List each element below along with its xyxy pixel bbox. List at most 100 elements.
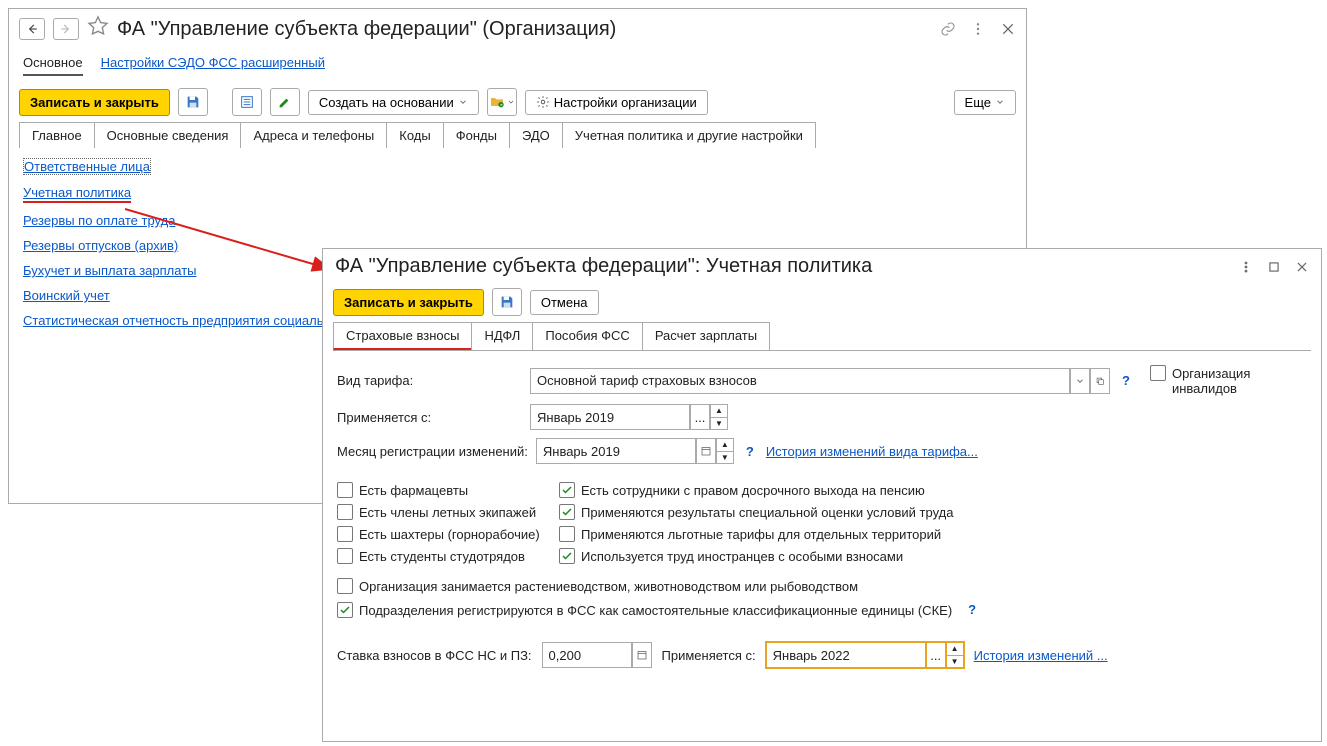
chevron-down-icon <box>995 97 1005 107</box>
save-icon <box>499 294 515 310</box>
pharmacists-label: Есть фармацевты <box>359 482 468 498</box>
reg-month-input[interactable]: Январь 2019 <box>536 438 696 464</box>
reg-month-stepper[interactable]: ▲▼ <box>716 438 734 464</box>
early-pension-checkbox[interactable] <box>559 482 575 498</box>
rate-applies-label: Применяется с: <box>662 648 756 663</box>
tariff-label: Вид тарифа: <box>337 373 522 388</box>
list-icon <box>239 94 255 110</box>
link-statistics[interactable]: Статистическая отчетность предприятия со… <box>23 313 331 328</box>
miners-checkbox[interactable] <box>337 526 353 542</box>
pharmacists-checkbox[interactable] <box>337 482 353 498</box>
applies-from-input[interactable]: Январь 2019 <box>530 404 690 430</box>
tab-insurance[interactable]: Страховые взносы <box>333 322 472 350</box>
agriculture-label: Организация занимается растениеводством,… <box>359 578 858 594</box>
link-accounting-policy[interactable]: Учетная политика <box>23 185 131 200</box>
tabs: Главное Основные сведения Адреса и телеф… <box>9 122 1026 148</box>
applies-from-stepper[interactable]: ▲▼ <box>710 404 728 430</box>
nav-back-button[interactable] <box>19 18 45 40</box>
toolbar: Записать и закрыть Создать на основании … <box>9 82 1026 122</box>
tab-edo[interactable]: ЭДО <box>509 122 563 148</box>
cancel-button[interactable]: Отмена <box>530 290 599 315</box>
nav-main-tab[interactable]: Основное <box>23 51 83 76</box>
rate-applies-picker[interactable]: ... <box>926 642 946 668</box>
tab-funds[interactable]: Фонды <box>443 122 510 148</box>
dots-label: ... <box>930 648 941 663</box>
tab-addresses[interactable]: Адреса и телефоны <box>240 122 387 148</box>
close-window-icon[interactable] <box>1000 21 1016 37</box>
ske-checkbox[interactable] <box>337 602 353 618</box>
applies-from-picker[interactable]: ... <box>690 404 710 430</box>
check-icon <box>339 604 351 616</box>
fss-rate-input[interactable]: 0,200 <box>542 642 632 668</box>
territory-checkbox[interactable] <box>559 526 575 542</box>
students-checkbox[interactable] <box>337 548 353 564</box>
sout-label: Применяются результаты специальной оценк… <box>581 504 953 520</box>
tariff-dropdown-button[interactable] <box>1070 368 1090 394</box>
sout-checkbox[interactable] <box>559 504 575 520</box>
more-label: Еще <box>965 95 991 110</box>
tab-codes[interactable]: Коды <box>386 122 443 148</box>
open-icon <box>1095 376 1105 386</box>
ske-help[interactable]: ? <box>964 602 980 617</box>
save-button[interactable] <box>178 88 208 116</box>
tab-accounting-policy[interactable]: Учетная политика и другие настройки <box>562 122 816 148</box>
link-responsible-persons[interactable]: Ответственные лица <box>23 158 151 175</box>
policy-window-title: ФА "Управление субъекта федерации": Учет… <box>335 255 1239 278</box>
list-button[interactable] <box>232 88 262 116</box>
reg-month-help[interactable]: ? <box>742 444 758 459</box>
miners-label: Есть шахтеры (горнорабочие) <box>359 526 540 542</box>
rate-applies-input[interactable]: Январь 2022 <box>766 642 926 668</box>
tariff-help[interactable]: ? <box>1118 373 1134 388</box>
policy-save-close-button[interactable]: Записать и закрыть <box>333 289 484 316</box>
check-icon <box>561 484 573 496</box>
tab-payroll-calc[interactable]: Расчет зарплаты <box>642 322 770 350</box>
tariff-history-link[interactable]: История изменений вида тарифа... <box>766 444 978 459</box>
rate-history-link[interactable]: История изменений ... <box>974 648 1108 663</box>
save-and-close-button[interactable]: Записать и закрыть <box>19 89 170 116</box>
link-military[interactable]: Воинский учет <box>23 288 110 303</box>
more-menu-icon[interactable] <box>1239 260 1253 274</box>
more-menu-icon[interactable] <box>970 21 986 37</box>
create-based-on-button[interactable]: Создать на основании <box>308 90 479 115</box>
tab-fss-benefits[interactable]: Пособия ФСС <box>532 322 642 350</box>
policy-save-button[interactable] <box>492 288 522 316</box>
link-payroll[interactable]: Бухучет и выплата зарплаты <box>23 263 197 278</box>
rate-applies-stepper[interactable]: ▲▼ <box>946 642 964 668</box>
nav-sedo-link[interactable]: Настройки СЭДО ФСС расширенный <box>101 51 325 76</box>
agriculture-checkbox[interactable] <box>337 578 353 594</box>
org-invalid-checkbox[interactable] <box>1150 365 1166 381</box>
org-settings-label: Настройки организации <box>554 95 697 110</box>
tab-info[interactable]: Основные сведения <box>94 122 242 148</box>
favorite-star-icon[interactable] <box>87 15 109 43</box>
edit-button[interactable] <box>270 88 300 116</box>
close-window-icon[interactable] <box>1295 260 1309 274</box>
calendar-icon <box>700 445 712 457</box>
tab-ndfl[interactable]: НДФЛ <box>471 322 533 350</box>
org-settings-button[interactable]: Настройки организации <box>525 90 708 115</box>
chevron-down-icon <box>458 97 468 107</box>
accounting-policy-window: ФА "Управление субъекта федерации": Учет… <box>322 248 1322 742</box>
tariff-select[interactable]: Основной тариф страховых взносов <box>530 368 1070 394</box>
tab-main[interactable]: Главное <box>19 122 95 148</box>
territory-label: Применяются льготные тарифы для отдельны… <box>581 526 941 542</box>
nav-forward-button[interactable] <box>53 18 79 40</box>
pencil-icon <box>277 94 293 110</box>
save-icon <box>185 94 201 110</box>
link-vacation-reserves[interactable]: Резервы отпусков (архив) <box>23 238 178 253</box>
link-pay-reserves[interactable]: Резервы по оплате труда <box>23 213 175 228</box>
flight-crew-checkbox[interactable] <box>337 504 353 520</box>
foreign-label: Используется труд иностранцев с особыми … <box>581 548 903 564</box>
create-based-label: Создать на основании <box>319 95 454 110</box>
students-label: Есть студенты студотрядов <box>359 548 525 564</box>
tariff-open-button[interactable] <box>1090 368 1110 394</box>
foreign-checkbox[interactable] <box>559 548 575 564</box>
permalink-icon[interactable] <box>940 21 956 37</box>
ske-label: Подразделения регистрируются в ФСС как с… <box>359 602 952 618</box>
more-button[interactable]: Еще <box>954 90 1016 115</box>
check-icon <box>561 550 573 562</box>
applies-from-label: Применяется с: <box>337 410 522 425</box>
folder-action-button[interactable] <box>487 88 517 116</box>
fss-rate-calc-button[interactable] <box>632 642 652 668</box>
reg-month-calendar-button[interactable] <box>696 438 716 464</box>
maximize-icon[interactable] <box>1267 260 1281 274</box>
